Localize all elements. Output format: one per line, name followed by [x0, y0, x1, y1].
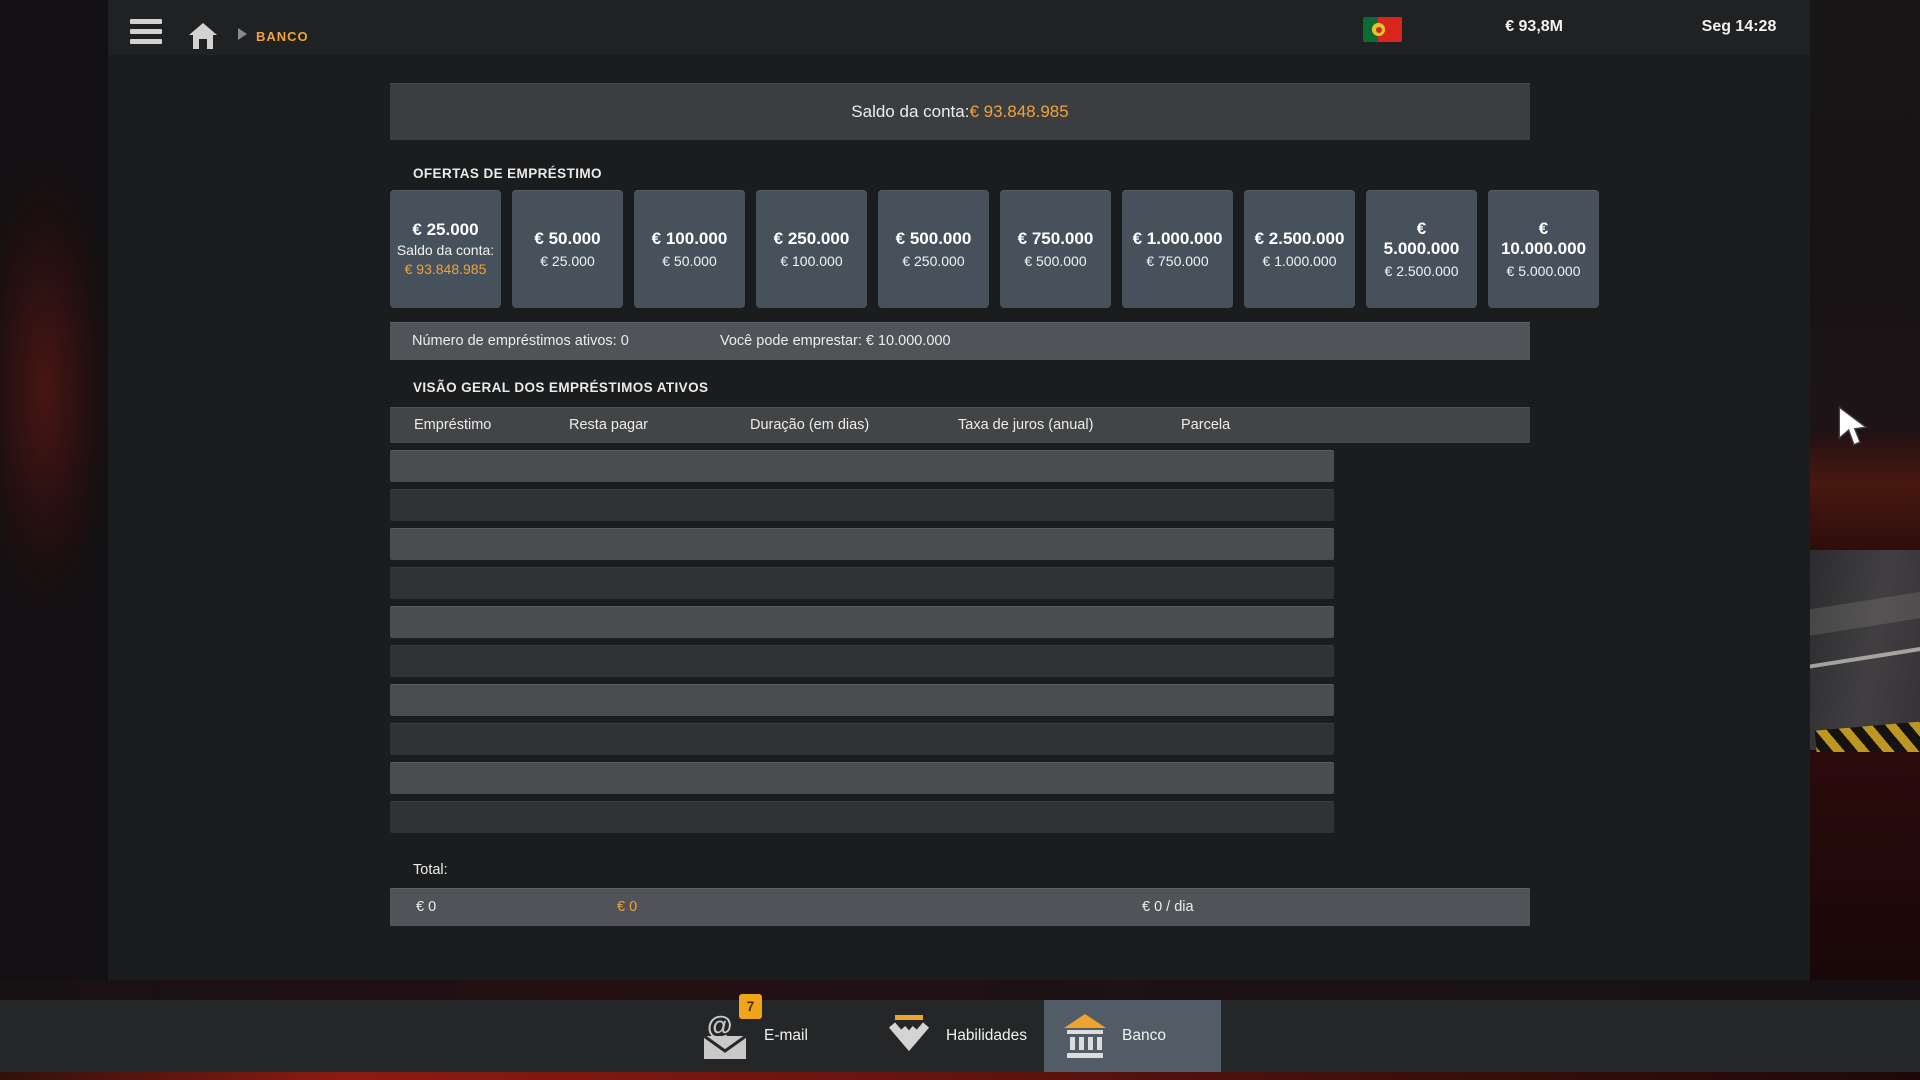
header-resta-pagar: Resta pagar	[569, 417, 648, 433]
top-bar: BANCO € 93,8M Seg 14:28	[108, 0, 1810, 55]
loan-amount: € 50.000	[534, 229, 600, 250]
loan-offer-card[interactable]: € 10.000.000 € 5.000.000	[1488, 190, 1599, 308]
table-row	[390, 606, 1334, 638]
loan-offer-card[interactable]: € 500.000 € 250.000	[878, 190, 989, 308]
loan-sub-amount: € 250.000	[902, 252, 964, 270]
loan-offer-card[interactable]: € 250.000 € 100.000	[756, 190, 867, 308]
nav-item-email[interactable]: @ 7 E-mail	[702, 1000, 808, 1072]
table-row	[390, 489, 1334, 521]
portugal-flag-icon	[1363, 17, 1402, 42]
table-row	[390, 801, 1334, 833]
header-taxa-juros: Taxa de juros (anual)	[958, 417, 1093, 433]
total-resta-pagar: € 0	[617, 899, 637, 915]
email-badge: 7	[739, 994, 762, 1019]
background-floor-red	[1810, 752, 1920, 1002]
total-label: Total:	[413, 862, 448, 878]
active-loans-count: Número de empréstimos ativos: 0	[412, 333, 629, 349]
table-row	[390, 645, 1334, 677]
nav-item-skills[interactable]: Habilidades	[884, 1000, 1027, 1072]
nav-item-bank-selected[interactable]: Banco	[1044, 1000, 1221, 1072]
loan-amount: € 25.000	[412, 220, 478, 241]
loan-offers-title: OFERTAS DE EMPRÉSTIMO	[413, 166, 602, 181]
home-icon[interactable]	[188, 21, 218, 51]
nav-label-bank: Banco	[1122, 1027, 1166, 1045]
email-icon: @ 7	[702, 1011, 752, 1061]
header-parcela: Parcela	[1181, 417, 1230, 433]
account-balance-bar: Saldo da conta: € 93.848.985	[390, 83, 1530, 140]
loan-offer-card[interactable]: € 25.000 Saldo da conta: € 93.848.985	[390, 190, 501, 308]
background-bottom-red	[0, 1072, 1920, 1080]
bank-icon	[1060, 1011, 1110, 1061]
account-balance-value: € 93.848.985	[969, 102, 1068, 122]
balance-tooltip: Saldo da conta: € 93.848.985	[396, 241, 496, 279]
loan-offer-card[interactable]: € 1.000.000 € 750.000	[1122, 190, 1233, 308]
loans-table-header: Empréstimo Resta pagar Duração (em dias)…	[390, 407, 1530, 443]
menu-icon[interactable]	[130, 19, 162, 46]
loan-offer-card[interactable]: € 100.000 € 50.000	[634, 190, 745, 308]
mouse-cursor	[1838, 406, 1870, 455]
game-screen: BANCO € 93,8M Seg 14:28 Saldo da conta: …	[0, 0, 1920, 1080]
header-duracao: Duração (em dias)	[750, 417, 869, 433]
loan-amount: € 10.000.000	[1501, 219, 1586, 260]
loan-amount: € 750.000	[1018, 229, 1094, 250]
loan-sub-amount: € 5.000.000	[1507, 262, 1581, 280]
loan-offer-card[interactable]: € 50.000 € 25.000	[512, 190, 623, 308]
nav-label-email: E-mail	[764, 1027, 808, 1045]
skills-icon	[884, 1011, 934, 1061]
loan-offers-row: € 25.000 Saldo da conta: € 93.848.985 € …	[390, 190, 1599, 308]
loan-amount: € 5.000.000	[1384, 219, 1460, 260]
loan-offer-card[interactable]: € 750.000 € 500.000	[1000, 190, 1111, 308]
loan-amount: € 1.000.000	[1133, 229, 1223, 250]
game-clock: Seg 14:28	[1684, 18, 1794, 36]
loan-sub-amount: € 100.000	[780, 252, 842, 270]
loan-sub-amount: € 2.500.000	[1385, 262, 1459, 280]
loan-status-bar: Número de empréstimos ativos: 0 Você pod…	[390, 322, 1530, 360]
chevron-right-icon	[238, 28, 247, 40]
background-garage-right	[1810, 0, 1920, 430]
loan-sub-amount: € 500.000	[1024, 252, 1086, 270]
svg-text:@: @	[707, 1011, 732, 1040]
bottom-nav-bar: @ 7 E-mail Habilidades	[0, 1000, 1920, 1072]
background-garage-left	[0, 170, 112, 610]
loan-sub-amount: € 750.000	[1146, 252, 1208, 270]
table-row	[390, 684, 1334, 716]
loan-sub-amount: € 50.000	[662, 252, 717, 270]
loan-sub-amount: € 25.000	[540, 252, 595, 270]
table-row	[390, 450, 1334, 482]
loan-amount: € 100.000	[652, 229, 728, 250]
loan-offer-card[interactable]: € 2.500.000 € 1.000.000	[1244, 190, 1355, 308]
loan-sub-amount: € 1.000.000	[1263, 252, 1337, 270]
total-parcela: € 0 / dia	[1142, 899, 1194, 915]
breadcrumb[interactable]: BANCO	[256, 29, 309, 44]
loan-amount: € 250.000	[774, 229, 850, 250]
table-row	[390, 528, 1334, 560]
loan-amount: € 500.000	[896, 229, 972, 250]
bank-panel: BANCO € 93,8M Seg 14:28 Saldo da conta: …	[108, 0, 1810, 980]
nav-label-skills: Habilidades	[946, 1027, 1027, 1045]
table-row	[390, 723, 1334, 755]
table-row	[390, 567, 1334, 599]
header-emprestimo: Empréstimo	[414, 417, 491, 433]
account-balance-label: Saldo da conta:	[851, 102, 969, 122]
loan-amount: € 2.500.000	[1255, 229, 1345, 250]
total-emprestimo: € 0	[416, 899, 436, 915]
borrow-limit: Você pode emprestar: € 10.000.000	[720, 333, 951, 349]
table-row	[390, 762, 1334, 794]
loans-table-body	[390, 450, 1334, 840]
player-balance: € 93,8M	[1438, 18, 1563, 36]
background-bottom-strip	[0, 980, 1920, 1000]
active-loans-title: VISÃO GERAL DOS EMPRÉSTIMOS ATIVOS	[413, 380, 708, 395]
loan-offer-card[interactable]: € 5.000.000 € 2.500.000	[1366, 190, 1477, 308]
totals-bar: € 0 € 0 € 0 / dia	[390, 888, 1530, 926]
